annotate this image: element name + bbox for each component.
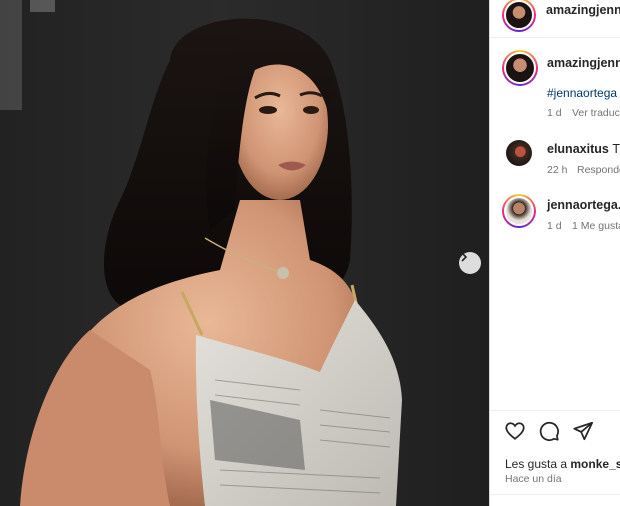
- chevron-right-icon: [461, 252, 468, 262]
- comment-time: 22 h: [547, 164, 568, 176]
- comment-avatar[interactable]: [502, 194, 536, 228]
- heart-icon[interactable]: [504, 420, 526, 442]
- reply-button[interactable]: Responde: [577, 164, 620, 176]
- comment-username[interactable]: jennaortega.i:: [547, 198, 620, 212]
- header-username[interactable]: amazingjennr: [546, 3, 620, 17]
- comment-likes[interactable]: 1 Me gusta: [572, 220, 620, 232]
- comment-avatar[interactable]: [506, 140, 532, 166]
- next-photo-button[interactable]: [459, 252, 481, 274]
- post-time: Hace un día: [505, 473, 562, 485]
- comment-text: Th: [612, 142, 620, 156]
- instagram-post-view: amazingjennr amazingjennr #jennaortega 1…: [0, 0, 620, 506]
- comment-time: 1 d: [547, 220, 562, 232]
- caption-time: 1 d: [547, 107, 562, 119]
- caption-username[interactable]: amazingjennr: [547, 56, 620, 70]
- post-photo[interactable]: [0, 0, 489, 506]
- translate-link[interactable]: Ver traduc: [572, 107, 620, 119]
- liked-by-user[interactable]: monke_sn: [570, 457, 620, 471]
- likes-summary: Les gusta a monke_sn: [505, 457, 620, 471]
- comment-icon[interactable]: [538, 420, 560, 442]
- send-icon[interactable]: [572, 420, 594, 442]
- caption-hashtag[interactable]: #jennaortega: [547, 86, 617, 100]
- caption-avatar[interactable]: [502, 50, 538, 86]
- post-side-panel: amazingjennr amazingjennr #jennaortega 1…: [489, 0, 620, 506]
- comment-username[interactable]: elunaxitus Th: [547, 142, 620, 156]
- photo-illustration: [0, 0, 402, 506]
- divider: [490, 494, 620, 495]
